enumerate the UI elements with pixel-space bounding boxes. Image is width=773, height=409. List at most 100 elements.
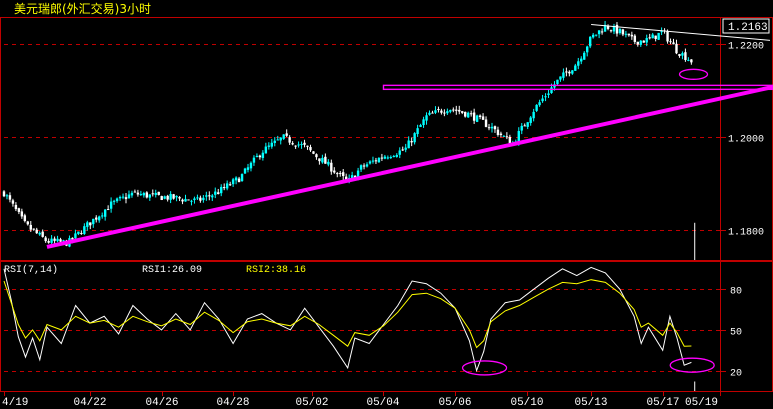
candle-body bbox=[83, 226, 86, 234]
candle-body bbox=[181, 199, 184, 202]
candle-body bbox=[258, 155, 262, 158]
candle-body bbox=[633, 35, 637, 42]
candle-body bbox=[437, 109, 440, 111]
candle-body bbox=[339, 173, 342, 175]
candle-body bbox=[306, 145, 309, 147]
chart-title: 美元瑞郎(外汇交易)3小时 bbox=[14, 1, 151, 16]
candle-body bbox=[312, 151, 315, 154]
candle-body bbox=[449, 109, 452, 112]
candle-body bbox=[490, 126, 494, 129]
candle-body bbox=[422, 119, 425, 126]
candle-body bbox=[184, 198, 187, 202]
candle-body bbox=[205, 195, 208, 197]
rsi-title: RSI(7,14) bbox=[4, 264, 58, 276]
candle-body bbox=[237, 178, 241, 183]
price-tick-label: 1.2000 bbox=[728, 135, 764, 146]
candle-body bbox=[672, 42, 675, 45]
candle-body bbox=[645, 38, 648, 43]
candle-body bbox=[148, 194, 152, 198]
candle-body bbox=[586, 46, 589, 53]
price-tick-label: 1.2200 bbox=[728, 42, 764, 53]
candle-body bbox=[199, 197, 202, 201]
candle-body bbox=[321, 157, 324, 163]
candle-body bbox=[383, 156, 387, 159]
candle-body bbox=[59, 239, 62, 242]
candle-body bbox=[434, 110, 437, 113]
candle-body bbox=[20, 211, 24, 217]
candle-body bbox=[151, 193, 154, 195]
candle-body bbox=[493, 126, 497, 130]
rsi1-label: RSI1:26.09 bbox=[142, 265, 202, 276]
candle-body bbox=[288, 137, 291, 143]
candle-body bbox=[154, 192, 157, 195]
candle-body bbox=[35, 229, 38, 234]
candle-body bbox=[469, 113, 473, 115]
candle-body bbox=[300, 144, 303, 146]
candle-body bbox=[38, 232, 41, 235]
candle-body bbox=[74, 233, 77, 239]
candle-body bbox=[330, 162, 333, 172]
candle-body bbox=[222, 187, 226, 189]
candle-body bbox=[297, 144, 300, 146]
candle-body bbox=[681, 53, 684, 56]
candle-body bbox=[538, 102, 541, 106]
candle-body bbox=[80, 232, 83, 234]
candle-body bbox=[496, 129, 500, 135]
candle-body bbox=[466, 112, 470, 118]
candle-body bbox=[600, 31, 604, 33]
candle-body bbox=[413, 133, 416, 143]
candle-body bbox=[56, 238, 59, 242]
date-tick-label: 4/19 bbox=[2, 397, 28, 409]
last-price-tag: 1.2163 bbox=[722, 18, 770, 34]
candle-body bbox=[687, 59, 690, 61]
candle bbox=[187, 199, 190, 201]
candle-body bbox=[23, 215, 27, 222]
candle-body bbox=[315, 154, 318, 158]
background bbox=[0, 0, 773, 409]
candle-body bbox=[588, 36, 592, 47]
candle-body bbox=[571, 70, 574, 74]
candle-body bbox=[106, 209, 110, 211]
candle-body bbox=[618, 28, 622, 34]
candle-body bbox=[225, 183, 229, 189]
candle-body bbox=[270, 142, 274, 147]
candle-body bbox=[86, 222, 89, 227]
candle-body bbox=[642, 40, 645, 43]
candle-body bbox=[544, 96, 547, 98]
candle-body bbox=[624, 33, 628, 35]
candle-body bbox=[523, 125, 526, 127]
candle-body bbox=[327, 161, 330, 165]
candle-body bbox=[231, 179, 235, 185]
date-tick-label: 05/17 bbox=[646, 397, 679, 409]
candle-body bbox=[166, 195, 169, 200]
candle-body bbox=[217, 192, 220, 195]
candle-body bbox=[630, 34, 634, 37]
candle-body bbox=[26, 221, 30, 225]
candle-body bbox=[44, 237, 47, 242]
date-tick-label: 05/13 bbox=[574, 397, 607, 409]
candle-body bbox=[273, 140, 276, 143]
candle-body bbox=[452, 109, 455, 111]
candle-body bbox=[50, 238, 53, 243]
candle-body bbox=[484, 119, 488, 127]
candle-body bbox=[77, 231, 80, 235]
candle-body bbox=[472, 112, 476, 121]
candle-body bbox=[282, 134, 285, 139]
candle-body bbox=[392, 156, 396, 158]
candle-body bbox=[368, 161, 372, 164]
candle-body bbox=[8, 195, 12, 200]
date-tick-label: 05/19 bbox=[685, 397, 718, 409]
candle-body bbox=[580, 58, 583, 62]
candle-body bbox=[594, 34, 598, 36]
candle-body bbox=[142, 193, 146, 196]
candle-body bbox=[615, 24, 619, 34]
candle-body bbox=[100, 215, 104, 217]
candle-body bbox=[446, 111, 449, 114]
rsi-tick-label: 50 bbox=[730, 328, 742, 339]
candle-body bbox=[529, 117, 532, 123]
candle-body bbox=[41, 231, 44, 237]
candle-body bbox=[89, 222, 92, 226]
candle-body bbox=[526, 122, 529, 127]
candle-body bbox=[160, 196, 163, 201]
candle-body bbox=[14, 204, 18, 210]
